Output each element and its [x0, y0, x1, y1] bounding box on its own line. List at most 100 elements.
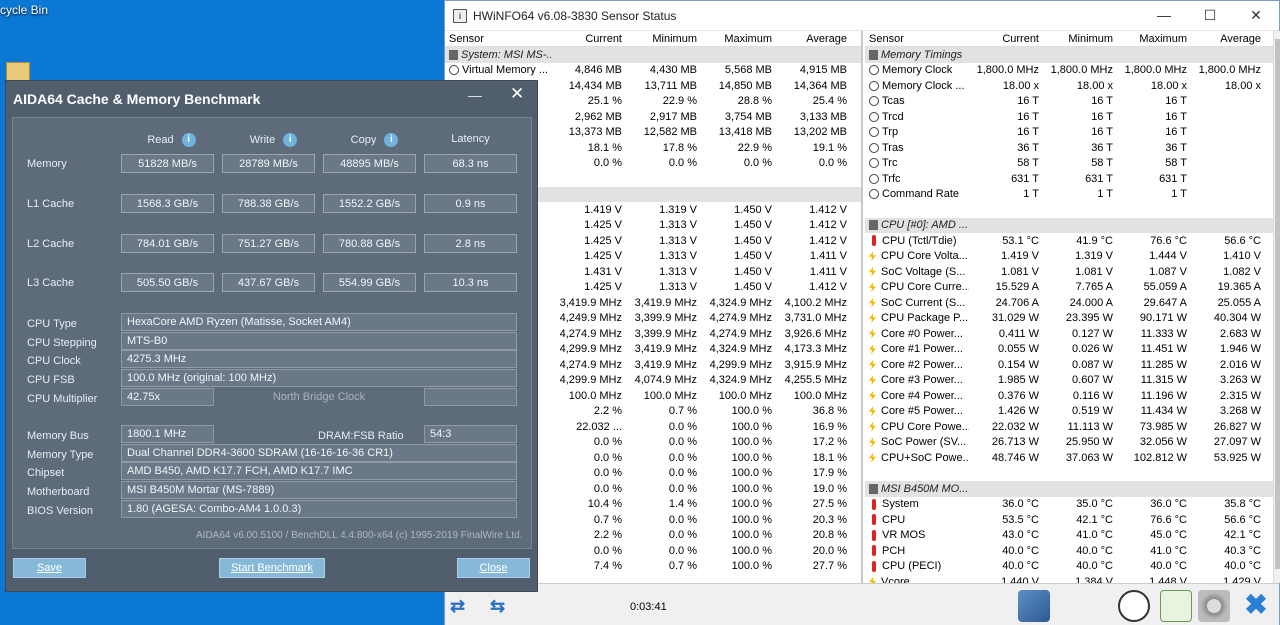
sensor-row[interactable]: PCH 40.0 °C 40.0 °C 41.0 °C 40.3 °C [865, 543, 1273, 559]
sensor-group-row[interactable]: CPU [#0]: AMD ... [865, 217, 1273, 233]
col-average[interactable]: Average [1191, 33, 1265, 45]
sensor-row[interactable]: Core #1 Power... 0.055 W 0.026 W 11.451 W 1.… [865, 342, 1273, 358]
close-icon[interactable]: ✕ [1233, 7, 1279, 24]
sensor-maximum: 76.6 °C [1150, 513, 1187, 526]
sensor-row[interactable]: SoC Power (SV... 26.713 W 25.950 W 32.056 W… [865, 435, 1273, 451]
sensor-row[interactable]: Trfc 631 T 631 T 631 T [865, 171, 1273, 187]
sensor-current: 1.419 V [1001, 250, 1039, 263]
sensor-row[interactable]: CPU Core Curre... 15.529 A 7.765 A 55.059 A… [865, 280, 1273, 296]
col-minimum[interactable]: Minimum [626, 33, 701, 45]
sensor-name: Core #2 Power... [881, 358, 963, 371]
col-maximum[interactable]: Maximum [1117, 33, 1191, 45]
sensor-group-row[interactable]: MSI B450M MO... [865, 481, 1273, 497]
exit-icon[interactable]: ✖ [1240, 590, 1272, 622]
sensor-row[interactable]: SoC Voltage (S... 1.081 V 1.081 V 1.087 V 1.… [865, 264, 1273, 280]
sensor-row[interactable]: Trp 16 T 16 T 16 T [865, 125, 1273, 141]
sensor-maximum: 58 T [1165, 157, 1187, 170]
sensor-maximum: 16 T [1165, 95, 1187, 108]
nav-collapse-icon[interactable]: ⇆ [490, 597, 518, 615]
close-button[interactable]: Close [457, 558, 530, 578]
scrollbar-thumb[interactable] [1275, 39, 1280, 569]
col-sensor[interactable]: Sensor [865, 33, 969, 45]
sensor-row[interactable]: CPU (Tctl/Tdie) 53.1 °C 41.9 °C 76.6 °C 56.6… [865, 233, 1273, 249]
sensor-current: 0.154 W [998, 358, 1039, 371]
sensor-average: 4,915 MB [799, 64, 847, 77]
desktop-recycle-bin-label[interactable]: cycle Bin [0, 3, 48, 17]
bench-write-value: 788.38 GB/s [222, 194, 315, 213]
minimize-icon[interactable]: — [1141, 7, 1187, 24]
bench-copy-value: 48895 MB/s [323, 154, 416, 173]
col-current[interactable]: Current [551, 33, 626, 45]
sensor-minimum: 0.0 % [668, 157, 697, 170]
sensor-row[interactable]: Trc 58 T 58 T 58 T [865, 156, 1273, 172]
sensor-minimum: 1.384 V [1075, 575, 1113, 583]
col-sensor[interactable]: Sensor [445, 33, 551, 45]
sensor-row[interactable] [865, 202, 1273, 218]
sensor-average: 27.7 % [812, 560, 847, 573]
sensor-minimum: 0.0 % [668, 467, 697, 480]
sensor-row[interactable]: Core #4 Power... 0.376 W 0.116 W 11.196 W 2.… [865, 388, 1273, 404]
sensor-name: Memory Clock ... [882, 79, 965, 92]
network-icon[interactable] [1018, 590, 1050, 622]
write-info-icon[interactable]: i [283, 133, 298, 147]
sensor-row[interactable]: System 36.0 °C 35.0 °C 36.0 °C 35.8 °C [865, 497, 1273, 513]
sensor-row[interactable]: CPU (PECI) 40.0 °C 40.0 °C 40.0 °C 40.0 °C [865, 559, 1273, 575]
sensor-maximum: 13,418 MB [718, 126, 772, 139]
sensor-current: 0.7 % [593, 513, 622, 526]
sensor-row[interactable]: Command Rate 1 T 1 T 1 T [865, 187, 1273, 203]
read-info-icon[interactable]: i [181, 133, 196, 147]
minimize-icon[interactable]: — [468, 87, 482, 103]
col-average[interactable]: Average [776, 33, 851, 45]
sensor-maximum: 22.9 % [737, 141, 772, 154]
sensor-current: 1,800.0 MHz [976, 64, 1039, 77]
sensor-row[interactable]: Tras 36 T 36 T 36 T [865, 140, 1273, 156]
copy-info-icon[interactable]: i [384, 133, 399, 147]
sensor-row[interactable]: CPU 53.5 °C 42.1 °C 76.6 °C 56.6 °C [865, 512, 1273, 528]
vertical-scrollbar[interactable] [1273, 31, 1280, 583]
sensor-row[interactable]: Memory Clock ... 18.00 x 18.00 x 18.00 x 18.… [865, 78, 1273, 94]
sensor-group-row[interactable]: Memory Timings [865, 47, 1273, 63]
sensor-maximum: 100.0 % [731, 420, 772, 433]
sensor-row[interactable]: CPU+SoC Powe... 48.746 W 37.063 W 102.812 W… [865, 450, 1273, 466]
sensor-row[interactable]: CPU Core Powe... 22.032 W 11.113 W 73.985 W… [865, 419, 1273, 435]
sensor-row[interactable]: CPU Package P... 31.029 W 23.395 W 90.171 W… [865, 311, 1273, 327]
sensor-row[interactable]: VR MOS 43.0 °C 41.0 °C 45.0 °C 42.1 °C [865, 528, 1273, 544]
save-button[interactable]: Save [13, 558, 86, 578]
sensor-row[interactable]: SoC Current (S... 24.706 A 24.000 A 29.647 … [865, 295, 1273, 311]
sensor-maximum: 1.450 V [734, 250, 772, 263]
sensor-row[interactable]: Memory Clock 1,800.0 MHz 1,800.0 MHz 1,800.… [865, 63, 1273, 79]
sensor-maximum: 1.450 V [734, 234, 772, 247]
sensor-row[interactable]: Virtual Memory ... 4,846 MB 4,430 MB 5,568 … [445, 63, 861, 79]
sensor-group-row[interactable]: System: MSI MS-... [445, 47, 861, 63]
bench-copy-value: 1552.2 GB/s [323, 194, 416, 213]
sensor-row[interactable] [865, 465, 1273, 481]
clock-icon [869, 80, 879, 91]
start-benchmark-button[interactable]: Start Benchmark [219, 558, 325, 578]
col-minimum[interactable]: Minimum [1043, 33, 1117, 45]
hwinfo-titlebar[interactable]: i HWiNFO64 v6.08-3830 Sensor Status — ☐ … [445, 1, 1279, 31]
maximize-icon[interactable]: ☐ [1187, 7, 1233, 24]
sensor-name: Core #5 Power... [881, 405, 963, 418]
sensor-row[interactable]: Core #3 Power... 1.985 W 0.607 W 11.315 W 3.… [865, 373, 1273, 389]
settings-icon[interactable] [1198, 590, 1230, 622]
sensor-row[interactable]: Core #5 Power... 1.426 W 0.519 W 11.434 W 3.… [865, 404, 1273, 420]
close-icon[interactable]: ✕ [510, 84, 524, 104]
sensor-current: 14,434 MB [568, 79, 622, 92]
sensor-minimum: 0.0 % [668, 436, 697, 449]
sensor-current: 631 T [1011, 172, 1039, 185]
col-maximum[interactable]: Maximum [701, 33, 776, 45]
col-current[interactable]: Current [969, 33, 1043, 45]
sensor-row[interactable]: Tcas 16 T 16 T 16 T [865, 94, 1273, 110]
sensor-maximum: 100.0 % [731, 529, 772, 542]
sensor-row[interactable]: CPU Core Volta... 1.419 V 1.319 V 1.444 V 1.… [865, 249, 1273, 265]
sensor-maximum: 4,274.9 MHz [709, 327, 772, 340]
sensor-row[interactable]: Core #2 Power... 0.154 W 0.087 W 11.285 W 2.… [865, 357, 1273, 373]
sensor-row[interactable]: Core #0 Power... 0.411 W 0.127 W 11.333 W 2.… [865, 326, 1273, 342]
sensor-header-left: Sensor Current Minimum Maximum Average [445, 31, 861, 47]
sensor-row[interactable]: Trcd 16 T 16 T 16 T [865, 109, 1273, 125]
sensor-row[interactable]: Vcore 1.440 V 1.384 V 1.448 V 1.429 V [865, 574, 1273, 583]
sensor-minimum: 1 T [1097, 188, 1113, 201]
nav-left-right-icon[interactable]: ⇄ [450, 597, 478, 615]
clock-icon[interactable] [1118, 590, 1150, 622]
report-icon[interactable] [1160, 590, 1192, 622]
